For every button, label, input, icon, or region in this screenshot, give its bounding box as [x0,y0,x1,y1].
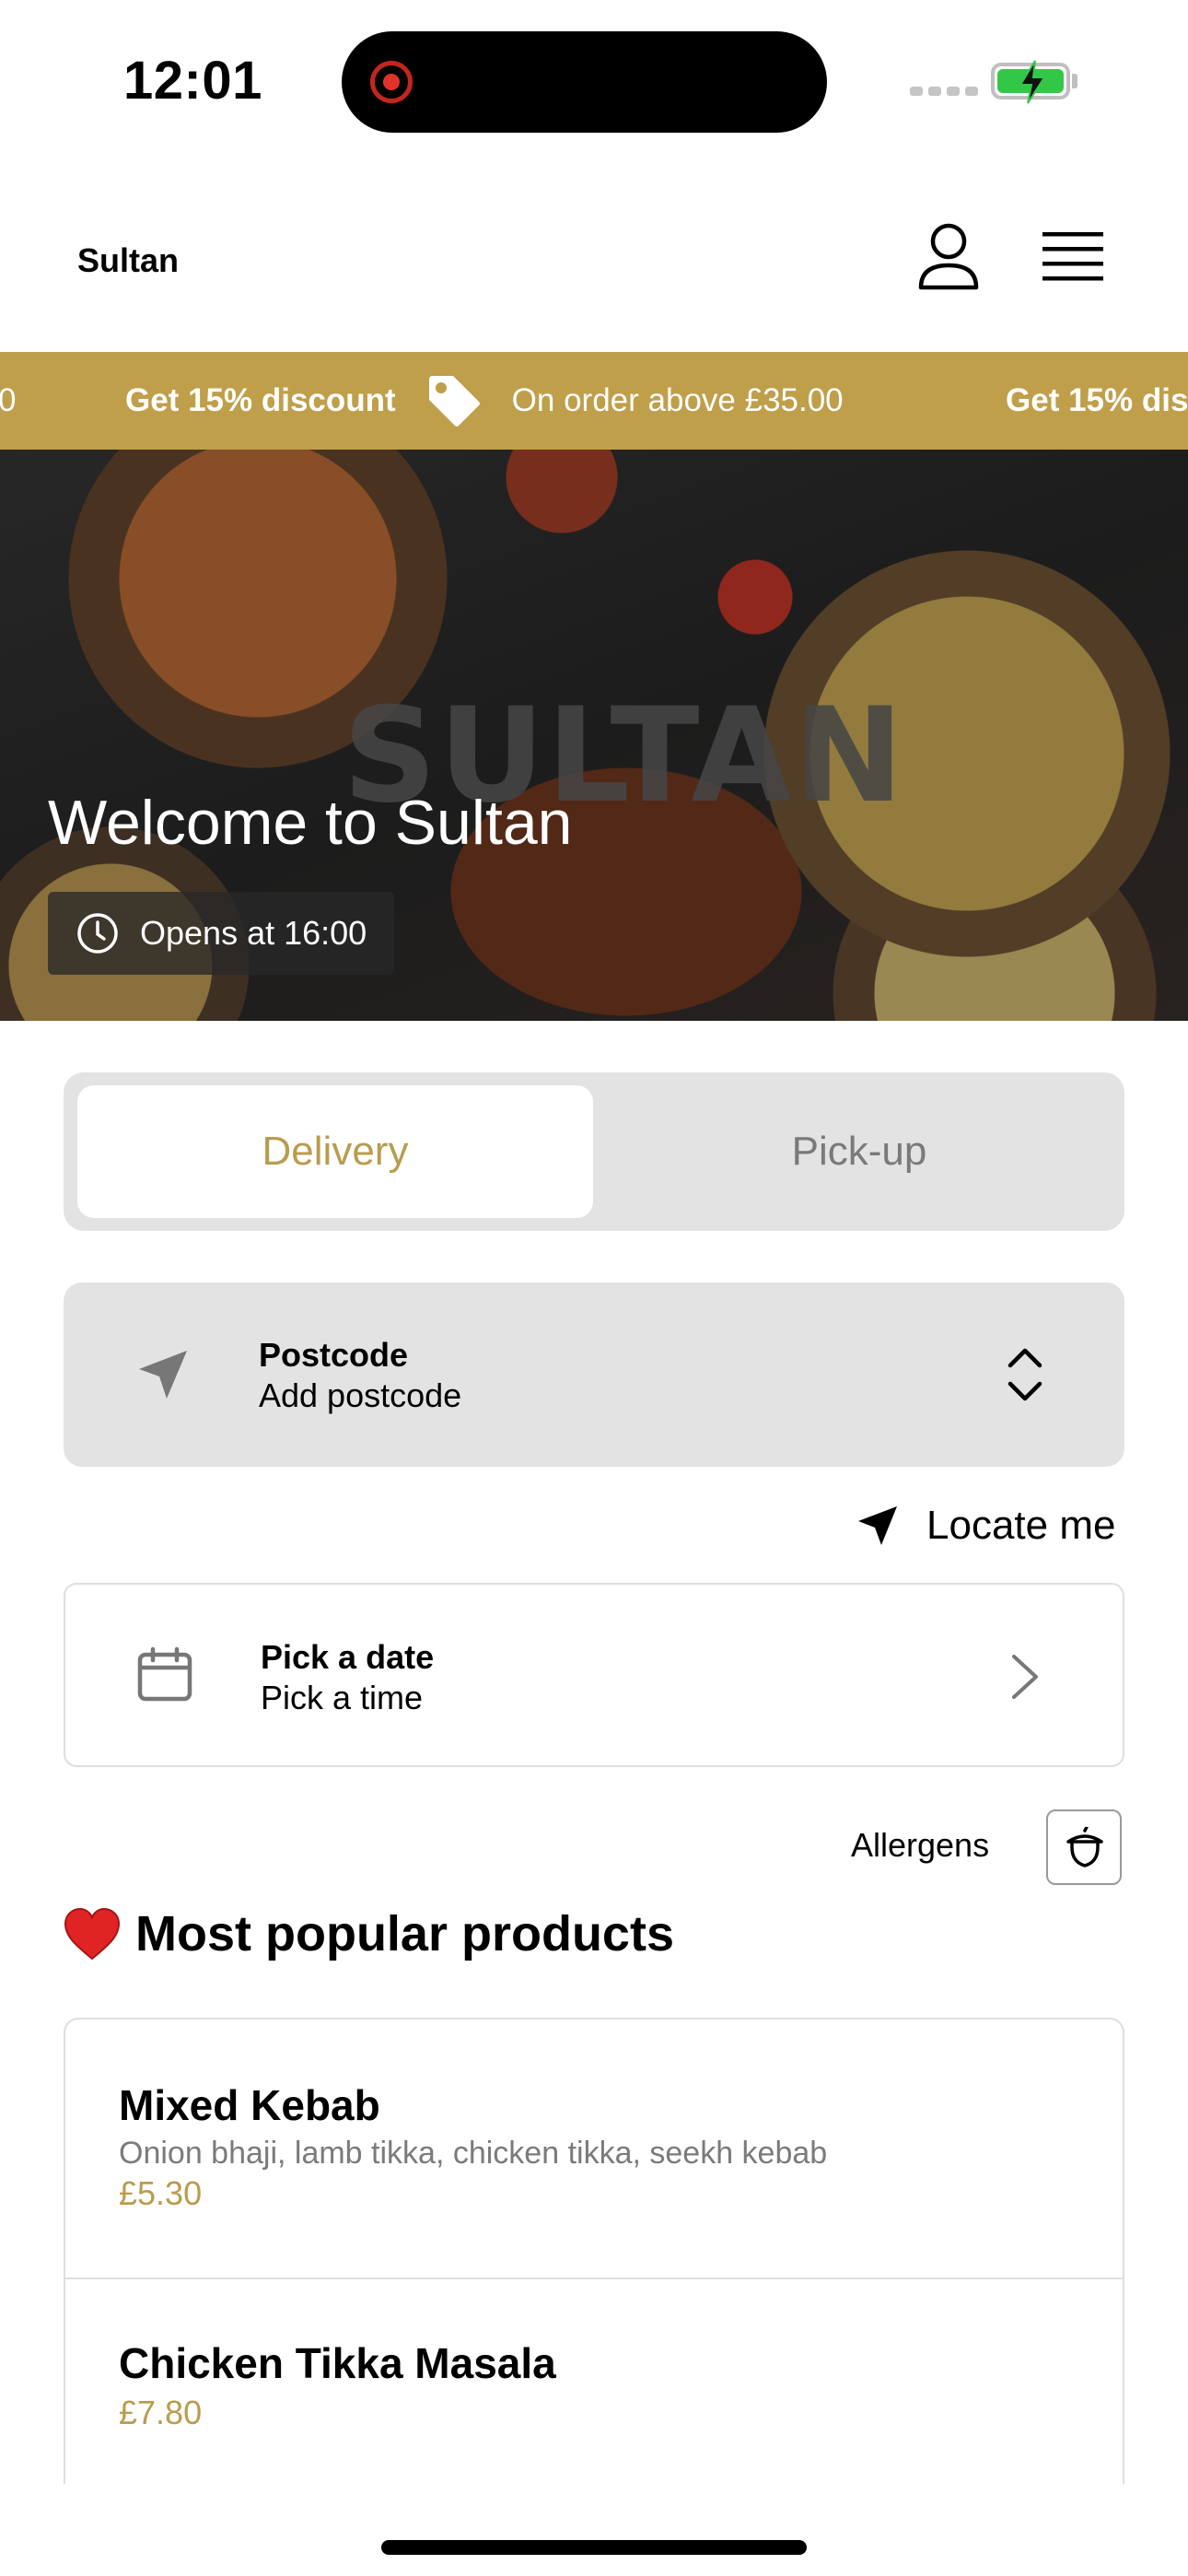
product-price: £7.80 [119,2394,203,2431]
hamburger-menu-icon[interactable] [1042,230,1103,286]
opening-time-text: Opens at 16:00 [140,914,367,952]
popular-products-heading: Most popular products [64,1905,674,1962]
promo-fragment-left: 0 [0,382,17,418]
promo-condition-text: On order above £35.00 [511,382,844,418]
product-name: Chicken Tikka Masala [119,2339,556,2387]
cellular-signal-icon [910,87,978,96]
price-tag-icon [428,376,480,427]
clock-icon [77,913,118,954]
app-header: Sultan [0,166,1188,352]
promo-fragment-right: Get 15% dis [1006,382,1188,418]
heart-icon [64,1907,121,1961]
chevron-right-icon [1012,1655,1038,1699]
status-time: 12:01 [123,51,262,111]
product-card[interactable]: Mixed Kebab Onion bhaji, lamb tikka, chi… [65,2020,1123,2279]
brand-name[interactable]: Sultan [77,241,179,280]
popular-products-list: Mixed Kebab Onion bhaji, lamb tikka, chi… [64,2018,1124,2484]
product-card[interactable]: Chicken Tikka Masala £7.80 [65,2279,1123,2484]
calendar-icon [137,1646,192,1702]
charging-bolt-icon [1019,60,1046,104]
promo-track: 0 [0,352,16,450]
account-icon[interactable] [916,221,981,291]
hero-title: Welcome to Sultan [48,788,573,858]
home-indicator[interactable] [381,2540,807,2555]
allergens-label: Allergens [851,1826,990,1864]
acorn-icon [1066,1827,1103,1868]
dynamic-island [342,31,827,133]
navigation-arrow-icon [858,1506,897,1545]
hero-banner: SULTAN Welcome to Sultan Opens at 16:00 [0,450,1188,1021]
promo-item: Get 15% discount On order above £35.00 [125,352,844,450]
allergens-button[interactable] [1046,1809,1122,1885]
postcode-label: Postcode [259,1336,409,1374]
chevron-up-down-icon [1007,1348,1042,1401]
popular-products-title: Most popular products [135,1906,674,1961]
promo-discount-text: Get 15% discount [125,382,396,418]
product-price: £5.30 [119,2174,203,2212]
product-name: Mixed Kebab [119,2081,380,2129]
time-label: Pick a time [261,1679,424,1716]
postcode-selector[interactable]: Postcode Add postcode [64,1282,1124,1467]
locate-me-button[interactable]: Locate me [855,1493,1115,1559]
screen-recording-icon [370,61,413,103]
delivery-tab[interactable]: Delivery [77,1085,593,1218]
promo-item-repeat: Get 15% dis [1006,352,1188,450]
pickup-tab[interactable]: Pick-up [607,1085,1112,1218]
location-arrow-icon [139,1351,187,1399]
order-mode-toggle: Delivery Pick-up [64,1072,1124,1231]
date-time-picker[interactable]: Pick a date Pick a time [64,1583,1124,1767]
battery-cap [1072,74,1077,88]
promo-banner[interactable]: 0 Get 15% discount On order above £35.00… [0,352,1188,450]
locate-me-label: Locate me [926,1503,1116,1548]
date-label: Pick a date [261,1638,435,1676]
product-description: Onion bhaji, lamb tikka, chicken tikka, … [119,2136,828,2171]
postcode-value: Add postcode [259,1376,462,1414]
status-bar: 12:01 [0,0,1188,166]
opening-time-badge: Opens at 16:00 [48,892,395,975]
